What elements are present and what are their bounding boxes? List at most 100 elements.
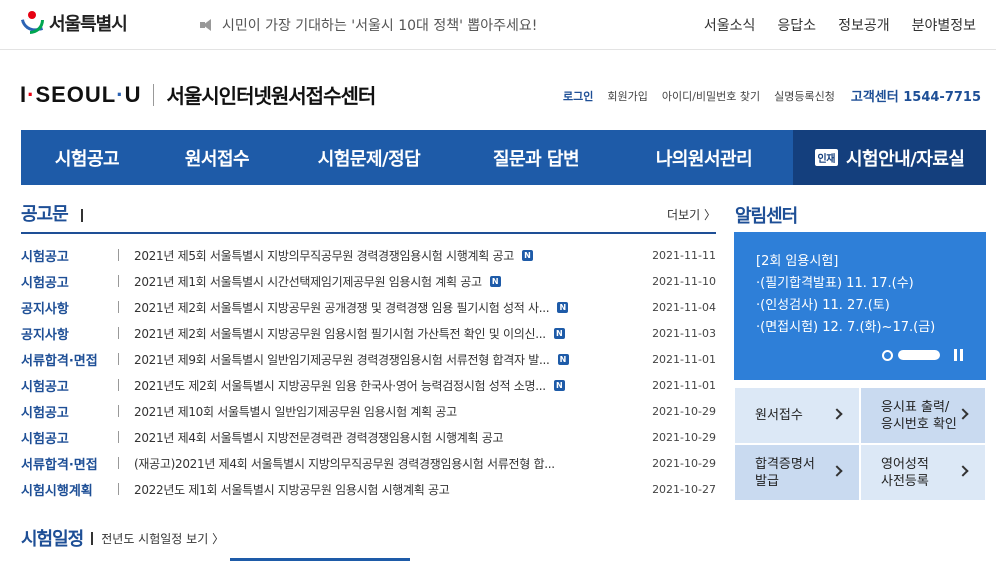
util-links: 서울소식 응답소 정보공개 분야별정보 — [704, 15, 976, 35]
notice-subject[interactable]: 2021년 제10회 서울특별시 일반임기제공무원 임용시험 계획 공고 — [134, 403, 457, 420]
seoul-name: 서울특별시 — [49, 14, 128, 35]
notice-ticker[interactable]: 시민이 가장 기대하는 '서울시 10대 정책' 뽑아주세요! — [200, 15, 537, 35]
notice-date: 2021-11-04 — [652, 300, 716, 314]
main-nav: 시험공고 원서접수 시험문제/정답 질문과 답변 나의원서관리 인재 시험안내/… — [21, 130, 986, 185]
login-link[interactable]: 로그인 — [563, 88, 593, 104]
notice-row[interactable]: 서류합격·면접 (재공고)2021년 제4회 서울특별시 지방의무직공무원 경력… — [21, 450, 716, 476]
nav-exam-notice[interactable]: 시험공고 — [21, 130, 153, 185]
quick-apply[interactable]: 원서접수 — [734, 387, 860, 444]
quick-admission-ticket[interactable]: 응시표 출력/ 응시번호 확인 — [860, 387, 986, 444]
notice-row[interactable]: 시험공고 2021년도 제2회 서울특별시 지방공무원 임용 한국사·영어 능력… — [21, 372, 716, 398]
notice-date: 2021-11-01 — [652, 352, 716, 366]
more-link[interactable]: 더보기 〉 — [667, 206, 716, 223]
link-field-info[interactable]: 분야별정보 — [912, 15, 976, 35]
notice-date: 2021-10-29 — [652, 404, 716, 418]
slide-active-indicator[interactable] — [898, 350, 940, 360]
notice-subject[interactable]: 2021년 제1회 서울특별시 시간선택제임기제공무원 임용시험 계획 공고 — [134, 273, 482, 290]
new-icon: N — [557, 353, 569, 365]
notice-category: 서류합격·면접 — [21, 457, 98, 473]
new-icon: N — [553, 327, 565, 339]
nav-my-applications[interactable]: 나의원서관리 — [615, 130, 793, 185]
notice-subject[interactable]: (재공고)2021년 제4회 서울특별시 지방의무직공무원 경력경쟁임용시험 서… — [134, 455, 555, 472]
notice-subject[interactable]: 2021년 제5회 서울특별시 지방의무직공무원 경력경쟁임용시험 시행계획 공… — [134, 247, 514, 264]
injae-tag-icon: 인재 — [814, 149, 838, 166]
chevron-right-icon — [831, 408, 843, 420]
notice-date: 2021-11-11 — [652, 248, 716, 262]
brand: I·SEOUL·U 서울시인터넷원서접수센터 — [20, 80, 376, 109]
notice-subject[interactable]: 2021년 제4회 서울특별시 지방전문경력관 경력경쟁임용시험 시행계획 공고 — [134, 429, 503, 446]
alarm-line: [2회 임용시험] — [756, 254, 839, 269]
seoul-emblem-icon — [20, 10, 46, 36]
slide-controls — [882, 349, 963, 361]
iseoulu-logo[interactable]: I·SEOUL·U — [20, 82, 141, 108]
notice-divider — [21, 232, 716, 234]
alarm-banner[interactable]: [2회 임용시험] ·(필기합격발표) 11. 17.(수) ·(인성검사) 1… — [734, 232, 986, 380]
notice-list: 시험공고 2021년 제5회 서울특별시 지방의무직공무원 경력경쟁임용시험 시… — [21, 242, 716, 502]
notice-subject[interactable]: 2022년도 제1회 서울특별시 지방공무원 임용시험 시행계획 공고 — [134, 481, 450, 498]
alarm-line: ·(인성검사) 11. 27.(토) — [756, 298, 890, 313]
chevron-right-icon — [957, 408, 969, 420]
chevron-right-icon — [957, 465, 969, 477]
notice-row[interactable]: 공지사항 2021년 제2회 서울특별시 지방공무원 임용시험 필기시험 가산특… — [21, 320, 716, 346]
notice-category: 시험공고 — [21, 275, 69, 291]
link-eungdapso[interactable]: 응답소 — [777, 15, 816, 35]
notice-header: 공고문 더보기 〉 — [21, 200, 716, 230]
notice-category: 시험공고 — [21, 379, 69, 395]
notice-subject[interactable]: 2021년 제9회 서울특별시 일반임기제공무원 경력경쟁임용시험 서류전형 합… — [134, 351, 550, 368]
nav-exam-guide-label: 시험안내/자료실 — [845, 148, 965, 170]
notice-row[interactable]: 시험공고 2021년 제1회 서울특별시 시간선택제임기제공무원 임용시험 계획… — [21, 268, 716, 294]
alarm-center-title: 알림센터 — [735, 206, 798, 227]
notice-category: 공지사항 — [21, 301, 69, 317]
brand-divider — [153, 83, 155, 106]
alarm-line: ·(필기합격발표) 11. 17.(수) — [756, 276, 914, 291]
notice-date: 2021-10-29 — [652, 430, 716, 444]
site-title[interactable]: 서울시인터넷원서접수센터 — [166, 80, 376, 109]
notice-subject[interactable]: 2021년 제2회 서울특별시 지방공무원 공개경쟁 및 경력경쟁 임용 필기시… — [134, 299, 549, 316]
notice-date: 2021-10-27 — [652, 482, 716, 496]
slide-dot-icon[interactable] — [882, 349, 893, 361]
nav-qna[interactable]: 질문과 답변 — [457, 130, 615, 185]
notice-title: 공고문 — [21, 204, 69, 225]
realname-link[interactable]: 실명등록신청 — [774, 88, 835, 104]
new-icon: N — [521, 249, 533, 261]
notice-row[interactable]: 공지사항 2021년 제2회 서울특별시 지방공무원 공개경쟁 및 경력경쟁 임… — [21, 294, 716, 320]
link-seoul-news[interactable]: 서울소식 — [704, 15, 756, 35]
notice-category: 시험시행계획 — [21, 483, 93, 499]
prev-year-schedule-link[interactable]: 전년도 시험일정 보기 〉 — [101, 530, 224, 547]
notice-date: 2021-11-10 — [652, 274, 716, 288]
notice-subject[interactable]: 2021년 제2회 서울특별시 지방공무원 임용시험 필기시험 가산특전 확인 … — [134, 325, 546, 342]
notice-row[interactable]: 시험공고 2021년 제5회 서울특별시 지방의무직공무원 경력경쟁임용시험 시… — [21, 242, 716, 268]
join-link[interactable]: 회원가입 — [607, 88, 647, 104]
link-info-disclosure[interactable]: 정보공개 — [838, 15, 890, 35]
seoul-logo[interactable]: 서울특별시 — [20, 10, 128, 36]
top-bar: 서울특별시 시민이 가장 기대하는 '서울시 10대 정책' 뽑아주세요! 서울… — [0, 0, 996, 50]
pause-icon[interactable] — [954, 349, 963, 361]
quick-english-score[interactable]: 영어성적 사전등록 — [860, 444, 986, 501]
notice-date: 2021-10-29 — [652, 456, 716, 470]
member-links: 로그인 회원가입 아이디/비밀번호 찾기 실명등록신청 고객센터 1544-77… — [549, 86, 981, 106]
notice-subject[interactable]: 2021년도 제2회 서울특별시 지방공무원 임용 한국사·영어 능력검정시험 … — [134, 377, 546, 394]
notice-category: 시험공고 — [21, 431, 69, 447]
quick-links: 원서접수 응시표 출력/ 응시번호 확인 합격증명서 발급 영어성적 사전등록 — [734, 387, 986, 501]
notice-date: 2021-11-01 — [652, 378, 716, 392]
notice-category: 시험공고 — [21, 405, 69, 421]
ticker-text: 시민이 가장 기대하는 '서울시 10대 정책' 뽑아주세요! — [222, 18, 538, 34]
schedule-header: 시험일정 전년도 시험일정 보기 〉 — [21, 525, 224, 551]
notice-row[interactable]: 시험시행계획 2022년도 제1회 서울특별시 지방공무원 임용시험 시행계획 … — [21, 476, 716, 502]
schedule-title: 시험일정 — [21, 529, 84, 550]
notice-category: 공지사항 — [21, 327, 69, 343]
notice-row[interactable]: 시험공고 2021년 제4회 서울특별시 지방전문경력관 경력경쟁임용시험 시행… — [21, 424, 716, 450]
speaker-icon — [200, 18, 216, 32]
new-icon: N — [553, 379, 565, 391]
notice-row[interactable]: 서류합격·면접 2021년 제9회 서울특별시 일반임기제공무원 경력경쟁임용시… — [21, 346, 716, 372]
find-account-link[interactable]: 아이디/비밀번호 찾기 — [662, 88, 760, 104]
notice-category: 서류합격·면접 — [21, 353, 98, 369]
notice-date: 2021-11-03 — [652, 326, 716, 340]
quick-pass-certificate[interactable]: 합격증명서 발급 — [734, 444, 860, 501]
nav-exam-guide[interactable]: 인재 시험안내/자료실 — [793, 130, 986, 185]
notice-row[interactable]: 시험공고 2021년 제10회 서울특별시 일반임기제공무원 임용시험 계획 공… — [21, 398, 716, 424]
nav-exam-questions[interactable]: 시험문제/정답 — [281, 130, 457, 185]
new-icon: N — [489, 275, 501, 287]
nav-application[interactable]: 원서접수 — [153, 130, 281, 185]
callcenter-number: 고객센터 1544-7715 — [850, 90, 981, 105]
